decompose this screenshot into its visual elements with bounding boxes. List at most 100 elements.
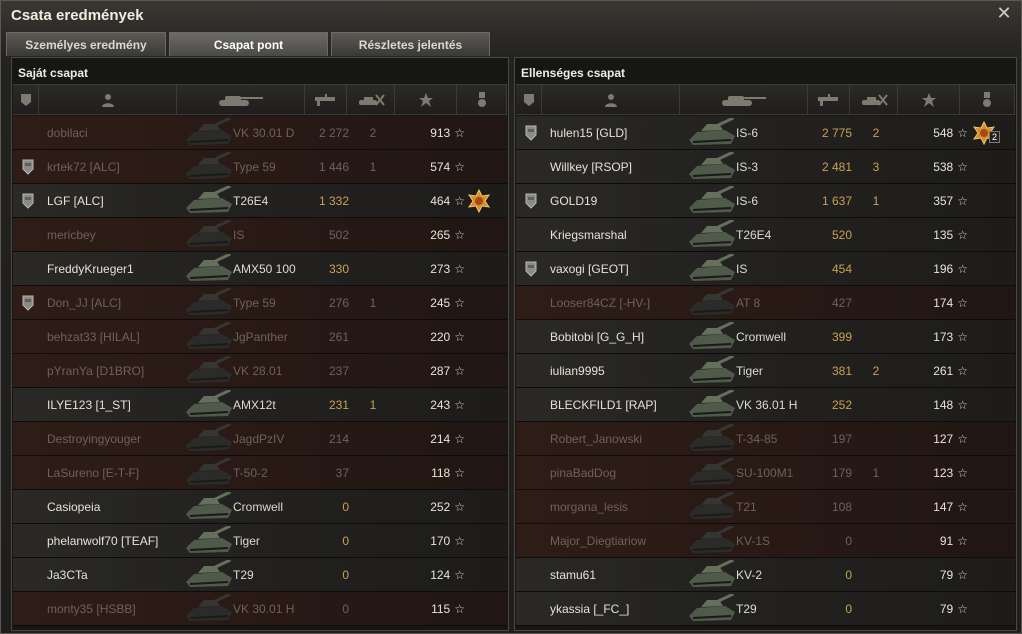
damage-value: 381 xyxy=(831,363,852,378)
player-row[interactable]: Ja3CTa T29 0 124 ☆ xyxy=(13,558,507,592)
frags-value xyxy=(353,456,393,489)
player-name[interactable]: dobilaci xyxy=(47,116,88,149)
player-row[interactable]: ykassia [_FC_] T29 0 79 ☆ xyxy=(516,592,1015,626)
player-name[interactable]: Willkey [RSOP] xyxy=(550,150,632,183)
xp-value: 245 ☆ xyxy=(430,295,465,310)
player-name[interactable]: monty35 [HSBB] xyxy=(47,592,136,625)
player-name[interactable]: LGF [ALC] xyxy=(47,184,104,217)
player-name[interactable]: FreddyKrueger1 xyxy=(47,252,134,285)
player-row[interactable]: pinaBadDog SU-100M1 179 1 123 ☆ xyxy=(516,456,1015,490)
header-xp-icon[interactable] xyxy=(898,85,960,114)
player-row[interactable]: Destroyingyouger JagdPzIV 214 214 ☆ xyxy=(13,422,507,456)
player-name[interactable]: Robert_Janowski xyxy=(550,422,642,455)
player-name[interactable]: BLECKFILD1 [RAP] xyxy=(550,388,657,421)
vehicle-name: T29 xyxy=(233,567,254,582)
medal-icon[interactable]: 2 xyxy=(970,116,1000,149)
player-name[interactable]: morgana_lesis xyxy=(550,490,628,523)
header-platoon-icon[interactable] xyxy=(516,85,542,114)
player-name[interactable]: krtek72 [ALC] xyxy=(47,150,120,183)
medal-icon[interactable] xyxy=(465,184,495,217)
player-name[interactable]: GOLD19 xyxy=(550,184,597,217)
platoon-icon xyxy=(17,184,39,217)
player-row[interactable]: Kriegsmarshal T26E4 520 135 ☆ xyxy=(516,218,1015,252)
player-row[interactable]: phelanwolf70 [TEAF] Tiger 0 170 ☆ xyxy=(13,524,507,558)
player-row[interactable]: Robert_Janowski T-34-85 197 127 ☆ xyxy=(516,422,1015,456)
player-row[interactable]: Casiopeia Cromwell 0 252 ☆ xyxy=(13,490,507,524)
header-player-icon[interactable] xyxy=(39,85,177,114)
header-damage-icon[interactable] xyxy=(808,85,850,114)
player-row[interactable]: Bobitobi [G_G_H] Cromwell 399 173 ☆ xyxy=(516,320,1015,354)
tab-detailed-report[interactable]: Részletes jelentés xyxy=(331,32,490,56)
player-name[interactable]: phelanwolf70 [TEAF] xyxy=(47,524,158,557)
tab-personal-result[interactable]: Személyes eredmény xyxy=(6,32,166,56)
star-icon: ☆ xyxy=(957,159,968,174)
player-name[interactable]: Major_Diegtiariow xyxy=(550,524,646,557)
player-name[interactable]: LaSureno [E-T-F] xyxy=(47,456,139,489)
player-name[interactable]: hulen15 [GLD] xyxy=(550,116,627,149)
frags-value: 1 xyxy=(369,295,377,310)
header-platoon-icon[interactable] xyxy=(13,85,39,114)
player-row[interactable]: morgana_lesis T21 108 147 ☆ xyxy=(516,490,1015,524)
player-icon xyxy=(604,93,618,107)
vehicle-name: VK 28.01 xyxy=(233,363,283,378)
player-row[interactable]: LGF [ALC] T26E4 1 332 464 ☆ xyxy=(13,184,507,218)
player-name[interactable]: ykassia [_FC_] xyxy=(550,592,629,625)
player-row[interactable]: stamu61 KV-2 0 79 ☆ xyxy=(516,558,1015,592)
player-row[interactable]: BLECKFILD1 [RAP] VK 36.01 H 252 148 ☆ xyxy=(516,388,1015,422)
player-name[interactable]: Casiopeia xyxy=(47,490,100,523)
header-xp-icon[interactable] xyxy=(395,85,457,114)
star-icon: ☆ xyxy=(957,193,968,208)
frags-value xyxy=(856,218,896,251)
player-row[interactable]: LaSureno [E-T-F] T-50-2 37 118 ☆ xyxy=(13,456,507,490)
player-row[interactable]: vaxogi [GEOT] IS 454 196 ☆ xyxy=(516,252,1015,286)
player-row[interactable]: Looser84CZ [-HV-] AT 8 427 174 ☆ xyxy=(516,286,1015,320)
player-name[interactable]: pYranYa [D1BRO] xyxy=(47,354,144,387)
player-name[interactable]: behzat33 [HILAL] xyxy=(47,320,140,353)
header-medal-icon[interactable] xyxy=(960,85,1015,114)
player-row[interactable]: pYranYa [D1BRO] VK 28.01 237 287 ☆ xyxy=(13,354,507,388)
player-name[interactable]: Don_JJ [ALC] xyxy=(47,286,121,319)
header-tank-icon[interactable] xyxy=(177,85,305,114)
player-row[interactable]: FreddyKrueger1 AMX50 100 330 273 ☆ xyxy=(13,252,507,286)
player-row[interactable]: GOLD19 IS-6 1 637 1 357 ☆ xyxy=(516,184,1015,218)
header-frags-icon[interactable] xyxy=(347,85,395,114)
header-frags-icon[interactable] xyxy=(850,85,898,114)
player-name[interactable]: pinaBadDog xyxy=(550,456,616,489)
damage-value: 0 xyxy=(342,533,349,548)
damage-value: 427 xyxy=(831,295,852,310)
header-medal-icon[interactable] xyxy=(457,85,507,114)
player-row[interactable]: krtek72 [ALC] Type 59 1 446 1 574 ☆ xyxy=(13,150,507,184)
vehicle-name: Cromwell xyxy=(736,329,787,344)
player-row[interactable]: Willkey [RSOP] IS-3 2 481 3 538 ☆ xyxy=(516,150,1015,184)
damage-value: 0 xyxy=(342,499,349,514)
tab-team-score[interactable]: Csapat pont xyxy=(169,32,328,56)
player-name[interactable]: stamu61 xyxy=(550,558,596,591)
xp-value: 118 ☆ xyxy=(431,465,465,480)
header-damage-icon[interactable] xyxy=(305,85,347,114)
header-tank-icon[interactable] xyxy=(680,85,808,114)
player-name[interactable]: Ja3CTa xyxy=(47,558,88,591)
close-icon[interactable]: ✕ xyxy=(995,4,1013,22)
player-row[interactable]: hulen15 [GLD] IS-6 2 775 2 548 ☆ 2 xyxy=(516,116,1015,150)
header-player-icon[interactable] xyxy=(542,85,680,114)
player-name[interactable]: Kriegsmarshal xyxy=(550,218,627,251)
player-name[interactable]: iulian9995 xyxy=(550,354,605,387)
player-row[interactable]: behzat33 [HILAL] JgPanther 261 220 ☆ xyxy=(13,320,507,354)
player-name[interactable]: Looser84CZ [-HV-] xyxy=(550,286,650,319)
tank-icon xyxy=(684,388,740,421)
player-name[interactable]: Bobitobi [G_G_H] xyxy=(550,320,644,353)
damage-value: 1 332 xyxy=(318,193,349,208)
player-name[interactable]: vaxogi [GEOT] xyxy=(550,252,629,285)
player-name[interactable]: ILYE123 [1_ST] xyxy=(47,388,131,421)
player-row[interactable]: monty35 [HSBB] VK 30.01 H 0 115 ☆ xyxy=(13,592,507,626)
player-row[interactable]: iulian9995 Tiger 381 2 261 ☆ xyxy=(516,354,1015,388)
player-row[interactable]: Major_Diegtiariow KV-1S 0 91 ☆ xyxy=(516,524,1015,558)
player-name[interactable]: Destroyingyouger xyxy=(47,422,141,455)
player-row[interactable]: Don_JJ [ALC] Type 59 276 1 245 ☆ xyxy=(13,286,507,320)
player-row[interactable]: mericbey IS 502 265 ☆ xyxy=(13,218,507,252)
tank-icon xyxy=(181,422,237,455)
tank-icon xyxy=(684,422,740,455)
player-row[interactable]: ILYE123 [1_ST] AMX12t 231 1 243 ☆ xyxy=(13,388,507,422)
player-row[interactable]: dobilaci VK 30.01 D2 272 2 913 ☆ xyxy=(13,116,507,150)
player-name[interactable]: mericbey xyxy=(47,218,96,251)
